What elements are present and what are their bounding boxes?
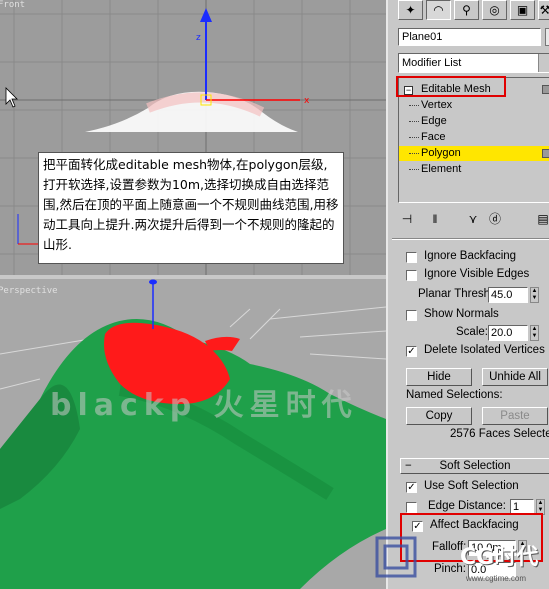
cg-logo-brand: CG时代 xyxy=(460,545,539,570)
show-end-result-icon[interactable]: ǁ xyxy=(426,210,444,228)
tree-line-icon xyxy=(409,153,419,154)
perspective-viewport[interactable]: Perspective xyxy=(0,279,386,589)
highlight-box-editable-mesh xyxy=(396,76,506,97)
copy-button[interactable]: Copy xyxy=(406,407,472,425)
watermark-text: blackp 火星时代 xyxy=(50,388,358,423)
ignore-backfacing-label: Ignore Backfacing xyxy=(424,250,517,262)
cg-logo-url: www.cgtime.com xyxy=(466,574,527,583)
show-normals-checkbox[interactable] xyxy=(406,310,417,321)
make-unique-icon[interactable]: ⋎ xyxy=(464,210,482,228)
stack-toggle-icon[interactable] xyxy=(542,149,549,158)
collapse-icon: − xyxy=(405,460,412,472)
spinner-arrows-icon[interactable]: ▲ ▼ xyxy=(530,287,539,303)
tutorial-note: 把平面转化成editable mesh物体,在polygon层级,打开软选择,设… xyxy=(38,152,344,264)
stack-toolbar: ⊣ ǁ ⋎ ⓓ ▤ xyxy=(398,208,549,232)
tree-line-icon xyxy=(409,121,419,122)
cgtime-logo: CG时代 www.cgtime.com xyxy=(374,535,544,587)
ignore-visible-edges-checkbox[interactable] xyxy=(406,270,417,281)
cg-logo-icon xyxy=(375,536,417,578)
selection-status: 2576 Faces Selected xyxy=(450,428,549,440)
ignore-backfacing-checkbox[interactable] xyxy=(406,252,417,263)
object-name-field[interactable]: Plane01 xyxy=(398,28,541,46)
modifier-list-dropdown[interactable]: Modifier List xyxy=(398,53,549,73)
modifier-list-label: Modifier List xyxy=(402,57,462,69)
delete-isolated-checkbox[interactable]: ✓ xyxy=(406,346,417,357)
remove-modifier-icon[interactable]: ⓓ xyxy=(486,210,504,228)
command-panel: ✦ ◠ ⚲ ◎ ▣ ⚒ Plane01 Modifier List − Edit… xyxy=(386,0,549,589)
front-viewport-label[interactable]: Front xyxy=(0,0,25,10)
use-soft-selection-label: Use Soft Selection xyxy=(424,480,519,492)
svg-text:x: x xyxy=(304,96,310,106)
stack-subitem-label: Face xyxy=(421,131,446,143)
motion-tab-icon[interactable]: ◎ xyxy=(482,0,507,20)
planar-thresh-label: Planar Thresh: xyxy=(418,288,494,300)
edge-distance-label: Edge Distance: xyxy=(428,500,506,512)
hide-button[interactable]: Hide xyxy=(406,368,472,386)
svg-text:z: z xyxy=(196,33,201,43)
perspective-viewport-scene xyxy=(0,279,386,589)
rollout-divider xyxy=(392,238,549,240)
spinner-arrows-icon[interactable]: ▲ ▼ xyxy=(530,325,539,341)
soft-selection-rollout-header[interactable]: − Soft Selection xyxy=(400,458,549,474)
scale-label: Scale: xyxy=(456,326,488,338)
stack-subitem-label: Vertex xyxy=(421,99,453,111)
stack-subitem-label: Polygon xyxy=(421,147,461,159)
perspective-viewport-label[interactable]: Perspective xyxy=(0,286,58,296)
unhide-all-button[interactable]: Unhide All xyxy=(482,368,548,386)
object-color-swatch[interactable] xyxy=(545,28,549,46)
scale-spinner[interactable]: 20.0 xyxy=(488,325,528,341)
use-soft-selection-checkbox[interactable]: ✓ xyxy=(406,482,417,493)
stack-subitem-label: Element xyxy=(421,163,462,175)
tree-line-icon xyxy=(409,105,419,106)
ignore-visible-edges-label: Ignore Visible Edges xyxy=(424,268,530,280)
soft-selection-title: Soft Selection xyxy=(439,460,511,472)
chevron-down-icon[interactable] xyxy=(538,54,549,72)
stack-subitem-face[interactable]: Face xyxy=(399,130,549,145)
command-panel-tabs: ✦ ◠ ⚲ ◎ ▣ ⚒ xyxy=(394,0,549,22)
hierarchy-tab-icon[interactable]: ⚲ xyxy=(454,0,479,20)
paste-button[interactable]: Paste xyxy=(482,407,548,425)
tree-line-icon xyxy=(409,137,419,138)
delete-isolated-label: Delete Isolated Vertices xyxy=(424,344,545,356)
pin-stack-icon[interactable]: ⊣ xyxy=(398,210,416,228)
modify-tab-icon[interactable]: ◠ xyxy=(426,0,451,20)
stack-subitem-label: Edge xyxy=(421,115,447,127)
configure-sets-icon[interactable]: ▤ xyxy=(534,210,549,228)
tree-line-icon xyxy=(409,169,419,170)
edge-distance-checkbox[interactable] xyxy=(406,502,417,513)
stack-subitem-polygon[interactable]: Polygon xyxy=(399,146,549,161)
stack-subitem-element[interactable]: Element xyxy=(399,162,549,177)
stack-subitem-vertex[interactable]: Vertex xyxy=(399,98,549,113)
utilities-tab-icon[interactable]: ⚒ xyxy=(538,0,549,20)
stack-subitem-edge[interactable]: Edge xyxy=(399,114,549,129)
create-tab-icon[interactable]: ✦ xyxy=(398,0,423,20)
named-selections-label: Named Selections: xyxy=(406,389,503,401)
stack-toggle-icon[interactable] xyxy=(542,85,549,94)
show-normals-label: Show Normals xyxy=(424,308,499,320)
planar-thresh-spinner[interactable]: 45.0 xyxy=(488,287,528,303)
display-tab-icon[interactable]: ▣ xyxy=(510,0,535,20)
